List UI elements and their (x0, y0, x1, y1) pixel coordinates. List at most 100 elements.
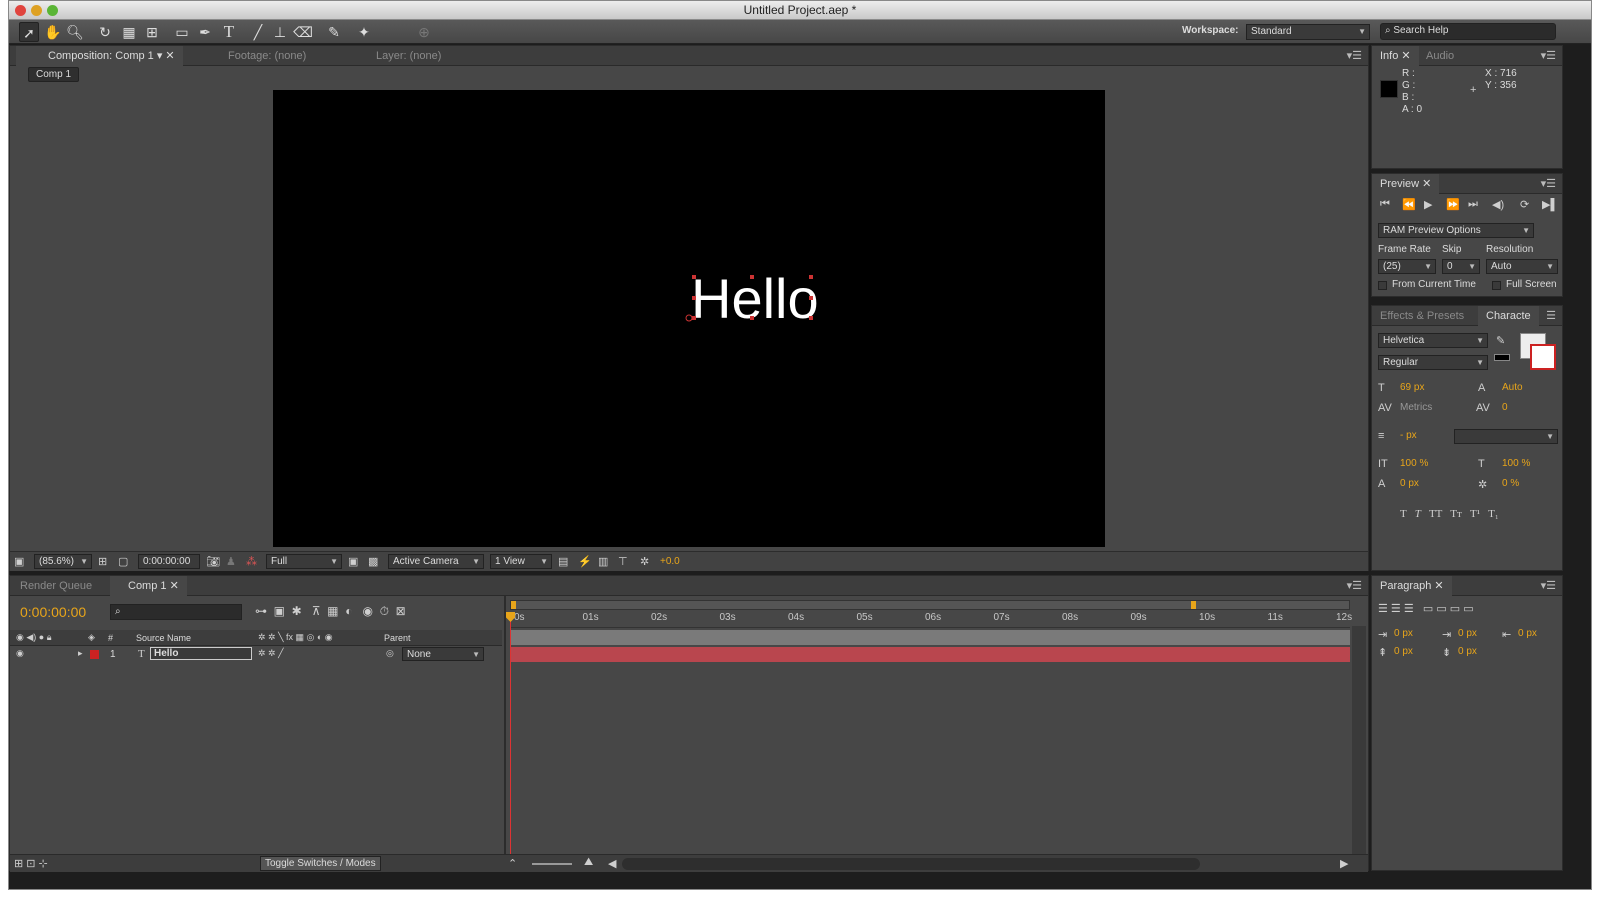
type-tool-icon[interactable]: T (219, 22, 239, 42)
pickwhip-icon[interactable]: ◎ (386, 648, 394, 659)
resolution-select[interactable]: Full ▼ (266, 554, 342, 569)
stroke-color-swatch[interactable] (1530, 344, 1556, 370)
camera-select[interactable]: Active Camera ▼ (388, 554, 484, 569)
rectangle-tool-icon[interactable]: ▭ (172, 22, 192, 42)
fast-preview-icon[interactable]: ⚡ (578, 555, 592, 568)
title-safe-icon[interactable]: ⊞ (98, 555, 107, 568)
font-size-value[interactable]: 69 px (1400, 382, 1424, 393)
tab-audio[interactable]: Audio (1418, 46, 1462, 66)
transparency-grid-icon[interactable]: ▩ (368, 555, 378, 568)
ram-preview-icon[interactable]: ▶▌ (1542, 198, 1558, 211)
search-help-input[interactable]: ⌕ Search Help (1380, 23, 1556, 40)
tab-comp-1[interactable]: Comp 1 ✕ (110, 576, 187, 596)
pane-divider[interactable] (504, 596, 506, 872)
scroll-right-icon[interactable]: ▶ (1340, 857, 1348, 870)
panel-menu-icon[interactable]: ▾☰ (1541, 177, 1556, 190)
layer-switch-icons[interactable]: ✲ ✲ ╱ (258, 648, 284, 659)
timecode-field[interactable]: 0:00:00:00 (138, 554, 200, 569)
source-name-column-header[interactable]: Source Name (136, 633, 191, 643)
flowchart-icon[interactable]: ⊤ (618, 555, 628, 568)
tab-layer[interactable]: Layer: (none) (368, 46, 449, 66)
selection-tool-icon[interactable]: ➚ (19, 22, 39, 42)
mute-audio-icon[interactable]: ◀) (1492, 198, 1504, 211)
exposure-icon[interactable]: ✲ (640, 555, 649, 568)
show-snapshot-icon[interactable]: ♟ (226, 555, 236, 568)
kerning-value[interactable]: Metrics (1400, 402, 1432, 413)
workspace-select[interactable]: Standard ▼ (1246, 24, 1370, 40)
previous-frame-icon[interactable]: ⏪ (1402, 198, 1416, 211)
font-style-select[interactable]: Regular ▼ (1378, 355, 1488, 370)
frame-rate-select[interactable]: (25) ▼ (1378, 259, 1436, 274)
panel-menu-icon[interactable]: ☰ (1546, 309, 1556, 322)
zoom-window-button[interactable] (47, 5, 58, 16)
resolution-select[interactable]: Auto ▼ (1486, 259, 1558, 274)
indent-left-value[interactable]: 0 px (1394, 628, 1413, 639)
roto-brush-tool-icon[interactable]: ✎ (324, 22, 344, 42)
play-icon[interactable]: ▶ (1424, 198, 1432, 211)
work-area-bar[interactable] (510, 600, 1350, 610)
stroke-style-select[interactable]: ▼ (1454, 429, 1558, 444)
timeline-switch-icons[interactable]: ⊶ ▣ ✱ ⊼ ▦ ◐ ◉ ⏱ ⊠ (255, 604, 406, 619)
skip-select[interactable]: 0 ▼ (1442, 259, 1480, 274)
puppet-pin-tool-icon[interactable]: ✦ (354, 22, 374, 42)
region-of-interest-icon[interactable]: ▣ (348, 555, 358, 568)
horizontal-scrollbar[interactable] (622, 858, 1200, 870)
expand-arrow-icon[interactable]: ▸ (78, 648, 83, 659)
leading-value[interactable]: Auto (1502, 382, 1523, 393)
comp-canvas[interactable]: Hello (273, 90, 1105, 547)
minimize-window-button[interactable] (31, 5, 42, 16)
timeline-icon[interactable]: ▥ (598, 555, 608, 568)
from-current-time-checkbox[interactable] (1378, 281, 1387, 290)
work-area-end-handle[interactable] (1191, 601, 1196, 609)
tab-character[interactable]: Characte (1478, 306, 1539, 326)
first-frame-icon[interactable]: ⏮ (1380, 198, 1390, 211)
horizontal-scale-value[interactable]: 100 % (1502, 458, 1530, 469)
tab-paragraph[interactable]: Paragraph ✕ (1372, 576, 1452, 596)
tab-render-queue[interactable]: Render Queue (12, 576, 100, 596)
footer-toggle-icons[interactable]: ⊞ ⊡ ⊹ (14, 857, 48, 870)
eye-icon[interactable]: ◉ (16, 648, 24, 659)
tab-preview[interactable]: Preview ✕ (1372, 174, 1440, 194)
baseline-shift-value[interactable]: 0 px (1400, 478, 1419, 489)
scroll-left-icon[interactable]: ◀ (608, 857, 616, 870)
panel-menu-icon[interactable]: ▾☰ (1347, 579, 1362, 592)
snapshot-icon[interactable]: 📷︎ (206, 555, 220, 568)
align-buttons-icon[interactable]: ☰ ☰ ☰ ▭ ▭ ▭ ▭ (1378, 602, 1474, 615)
camera-tool-icon[interactable]: ▦ (119, 22, 139, 42)
panel-menu-icon[interactable]: ▾☰ (1541, 579, 1556, 592)
brush-tool-icon[interactable]: ╱ (248, 22, 268, 42)
tracking-value[interactable]: 0 (1502, 402, 1508, 413)
always-preview-icon[interactable]: ▣ (14, 555, 24, 568)
font-family-select[interactable]: Helvetica ▼ (1378, 333, 1488, 348)
toggle-switches-modes-button[interactable]: Toggle Switches / Modes (260, 856, 381, 871)
comp-breadcrumb[interactable]: Comp 1 (28, 67, 80, 82)
vertical-scale-value[interactable]: 100 % (1400, 458, 1428, 469)
eraser-tool-icon[interactable]: ⌫ (293, 22, 313, 42)
tab-composition[interactable]: Composition: Comp 1 ▾ ✕ (16, 46, 183, 66)
full-screen-checkbox[interactable] (1492, 281, 1501, 290)
stroke-width-value[interactable]: - px (1400, 430, 1417, 441)
pan-behind-tool-icon[interactable]: ⊞ (142, 22, 162, 42)
indent-right-value[interactable]: 0 px (1518, 628, 1537, 639)
hand-tool-icon[interactable]: ✋ (43, 22, 63, 42)
layer-search-input[interactable]: ⌕ (110, 604, 242, 620)
loop-icon[interactable]: ⟳ (1520, 198, 1529, 211)
pen-tool-icon[interactable]: ✒ (195, 22, 215, 42)
tab-info[interactable]: Info ✕ (1372, 46, 1419, 66)
layer-name-field[interactable]: Hello (150, 647, 252, 660)
panel-menu-icon[interactable]: ▾☰ (1347, 49, 1362, 62)
zoom-in-icon[interactable]: ⛰ (584, 856, 593, 869)
space-after-value[interactable]: 0 px (1458, 646, 1477, 657)
time-ruler[interactable]: 0s 01s 02s 03s 04s 05s 06s 07s 08s 09s 10s 11s 12s (510, 610, 1352, 628)
space-before-value[interactable]: 0 px (1394, 646, 1413, 657)
layer-duration-bar[interactable] (510, 647, 1350, 662)
close-window-button[interactable] (15, 5, 26, 16)
rotate-tool-icon[interactable]: ↻ (95, 22, 115, 42)
mask-visibility-icon[interactable]: ▢ (118, 555, 128, 568)
last-frame-icon[interactable]: ⏭ (1468, 198, 1478, 211)
zoom-out-icon[interactable]: ⌃ (508, 857, 517, 870)
label-color-swatch[interactable] (90, 650, 99, 659)
panel-menu-icon[interactable]: ▾☰ (1541, 49, 1556, 62)
eyedropper-icon[interactable]: ✎ (1496, 334, 1505, 347)
black-swatch[interactable] (1494, 354, 1510, 361)
